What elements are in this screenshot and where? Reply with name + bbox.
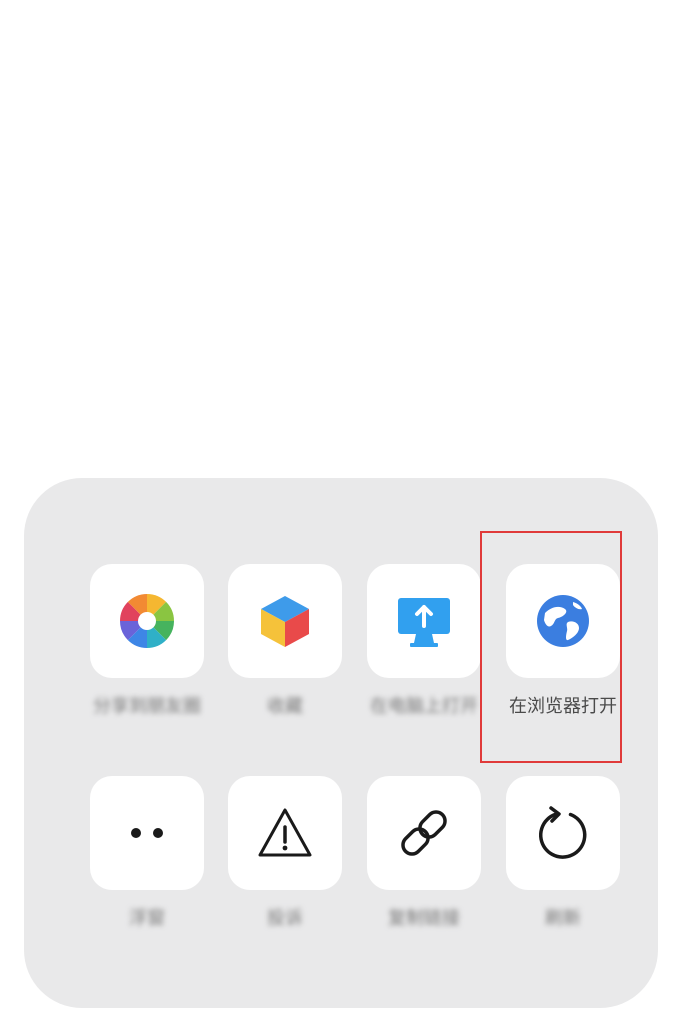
- shutter-icon: [119, 594, 174, 648]
- open-on-pc-button[interactable]: [367, 564, 481, 678]
- floating-window-label: 浮窗: [129, 908, 165, 929]
- report-label: 投诉: [267, 908, 303, 929]
- favorite-label: 收藏: [267, 696, 303, 717]
- link-icon: [401, 810, 447, 856]
- floating-window-button[interactable]: [90, 776, 204, 890]
- copy-link-item[interactable]: 复制链接: [355, 776, 493, 956]
- favorite-item[interactable]: 收藏: [216, 564, 354, 744]
- share-moments-item[interactable]: 分享到朋友圈: [78, 564, 216, 744]
- floating-window-item[interactable]: 浮窗: [78, 776, 216, 956]
- report-item[interactable]: 投诉: [216, 776, 354, 956]
- copy-link-button[interactable]: [367, 776, 481, 890]
- copy-link-label: 复制链接: [388, 908, 460, 929]
- refresh-icon: [538, 806, 587, 859]
- refresh-item[interactable]: 刷新: [494, 776, 632, 956]
- cube-icon: [261, 596, 309, 647]
- share-moments-label: 分享到朋友圈: [93, 696, 201, 717]
- highlight-box: [480, 531, 622, 763]
- monitor-upload-icon: [398, 598, 450, 647]
- favorite-button[interactable]: [228, 564, 342, 678]
- dots-icon: [131, 828, 163, 838]
- refresh-button[interactable]: [506, 776, 620, 890]
- refresh-label: 刷新: [545, 908, 581, 929]
- report-button[interactable]: [228, 776, 342, 890]
- share-moments-button[interactable]: [90, 564, 204, 678]
- open-on-pc-item[interactable]: 在电脑上打开: [355, 564, 493, 744]
- warning-icon: [258, 808, 312, 857]
